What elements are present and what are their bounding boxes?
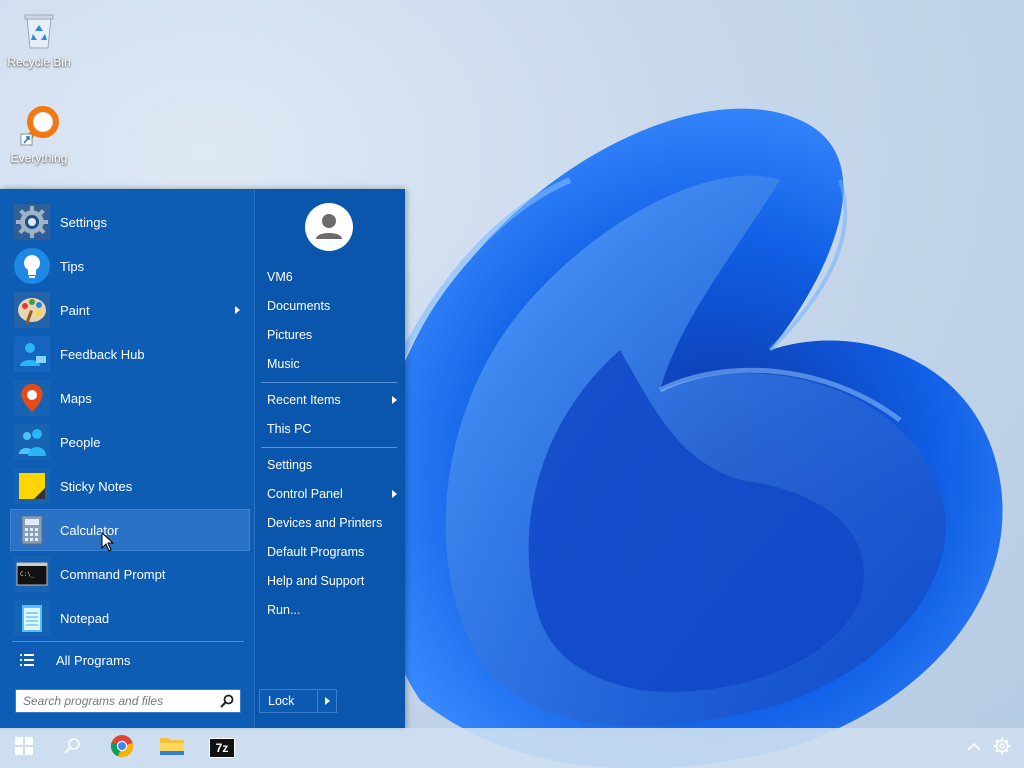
file-explorer-icon — [159, 735, 185, 762]
documents-link[interactable]: Documents — [267, 294, 397, 318]
devices-printers-link[interactable]: Devices and Printers — [267, 511, 397, 535]
program-label: Calculator — [60, 522, 119, 538]
submenu-arrow-icon — [392, 396, 397, 404]
default-programs-link[interactable]: Default Programs — [267, 540, 397, 564]
user-link[interactable]: VM6 — [267, 265, 397, 289]
search-icon[interactable] — [220, 694, 234, 708]
program-item-command-prompt[interactable]: C:\_ Command Prompt — [10, 553, 250, 595]
chevron-up-icon — [967, 739, 981, 757]
pictures-link[interactable]: Pictures — [267, 323, 397, 347]
feedback-person-icon — [14, 336, 50, 372]
program-label: Tips — [60, 258, 85, 274]
gear-icon — [993, 737, 1011, 760]
recycle-bin-icon — [17, 8, 61, 52]
people-icon — [14, 424, 50, 460]
chevron-right-icon — [324, 697, 330, 705]
notepad-icon — [14, 600, 50, 636]
all-programs-label: All Programs — [56, 652, 131, 668]
desktop-icon-label: Everything — [10, 151, 68, 165]
program-item-paint[interactable]: Paint — [10, 289, 250, 331]
7zip-label: 7z — [215, 741, 229, 755]
program-label: People — [60, 434, 101, 450]
submenu-arrow-icon — [235, 306, 240, 314]
control-panel-label: Control Panel — [267, 487, 343, 501]
program-label: Settings — [60, 214, 107, 230]
start-menu: Settings Tips Paint Feedback Hub Maps Pe… — [0, 189, 405, 730]
lightbulb-icon — [14, 248, 50, 284]
chrome-icon — [110, 734, 134, 763]
program-label: Sticky Notes — [60, 478, 133, 494]
program-item-feedback-hub[interactable]: Feedback Hub — [10, 333, 250, 375]
calculator-icon — [14, 512, 50, 548]
taskbar: 7z — [0, 728, 1024, 768]
search-input[interactable] — [21, 690, 220, 712]
divider — [261, 382, 397, 383]
user-avatar[interactable] — [305, 203, 353, 251]
lock-label: Lock — [268, 694, 295, 708]
palette-icon — [14, 292, 50, 328]
taskbar-file-explorer-button[interactable] — [148, 728, 196, 768]
music-link[interactable]: Music — [267, 352, 397, 376]
program-label: Feedback Hub — [60, 346, 145, 362]
program-item-maps[interactable]: Maps — [10, 377, 250, 419]
terminal-icon: C:\_ — [14, 556, 50, 592]
lock-button[interactable]: Lock — [259, 689, 337, 713]
desktop-icon-recycle-bin[interactable]: Recycle Bin — [0, 8, 78, 69]
svg-text:C:\_: C:\_ — [20, 571, 35, 578]
control-panel-link[interactable]: Control Panel — [267, 482, 397, 506]
all-programs-button[interactable]: All Programs — [14, 647, 244, 673]
run-link[interactable]: Run... — [267, 598, 397, 622]
taskbar-7zip-button[interactable]: 7z — [198, 728, 246, 768]
divider — [12, 641, 244, 642]
tray-settings-button[interactable] — [980, 728, 1024, 768]
settings-link[interactable]: Settings — [267, 453, 397, 477]
program-item-notepad[interactable]: Notepad — [10, 597, 250, 639]
search-box — [15, 689, 241, 713]
desktop-icon-everything[interactable]: Everything — [0, 104, 78, 165]
start-icon — [15, 736, 33, 760]
program-label: Maps — [60, 390, 92, 406]
program-item-settings[interactable]: Settings — [10, 201, 250, 243]
list-icon — [20, 653, 34, 667]
program-item-people[interactable]: People — [10, 421, 250, 463]
recent-items-label: Recent Items — [267, 393, 341, 407]
start-button[interactable] — [0, 728, 48, 768]
program-label: Notepad — [60, 610, 110, 626]
program-item-sticky-notes[interactable]: Sticky Notes — [10, 465, 250, 507]
this-pc-link[interactable]: This PC — [267, 417, 397, 441]
recent-items-link[interactable]: Recent Items — [267, 388, 397, 412]
gear-icon — [14, 204, 50, 240]
map-pin-icon — [14, 380, 50, 416]
search-icon — [63, 737, 81, 760]
program-label: Command Prompt — [60, 566, 166, 582]
mouse-cursor-icon — [101, 532, 115, 552]
taskbar-search-button[interactable] — [48, 728, 96, 768]
program-item-tips[interactable]: Tips — [10, 245, 250, 287]
desktop-icon-label: Recycle Bin — [7, 55, 71, 69]
7zip-icon: 7z — [209, 738, 235, 758]
taskbar-chrome-button[interactable] — [98, 728, 146, 768]
wallpaper-bloom — [371, 108, 1003, 768]
submenu-arrow-icon — [392, 490, 397, 498]
start-menu-programs-column: Settings Tips Paint Feedback Hub Maps Pe… — [0, 189, 254, 730]
sticky-note-icon — [14, 468, 50, 504]
start-menu-places-column: VM6 Documents Pictures Music Recent Item… — [254, 189, 405, 730]
power-options-arrow-button[interactable] — [317, 690, 336, 712]
program-item-calculator[interactable]: Calculator — [10, 509, 250, 551]
divider — [261, 447, 397, 448]
help-support-link[interactable]: Help and Support — [267, 569, 397, 593]
desktop: Recycle Bin Everything Settings Tips Pai… — [0, 0, 1024, 768]
everything-search-icon — [17, 104, 61, 148]
program-label: Paint — [60, 302, 90, 318]
